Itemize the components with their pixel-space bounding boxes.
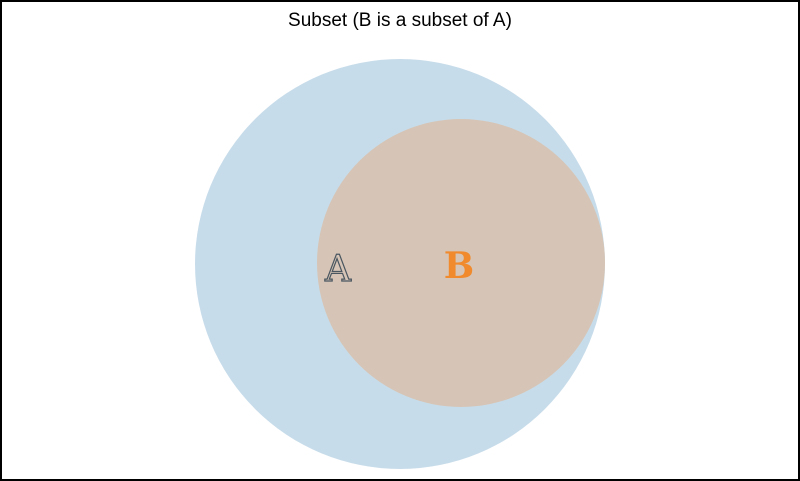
set-a-label: A	[324, 249, 352, 290]
venn-diagram: A B	[195, 59, 605, 469]
diagram-frame: Subset (B is a subset of A) A B	[0, 0, 800, 481]
set-b-label: B	[444, 245, 474, 287]
